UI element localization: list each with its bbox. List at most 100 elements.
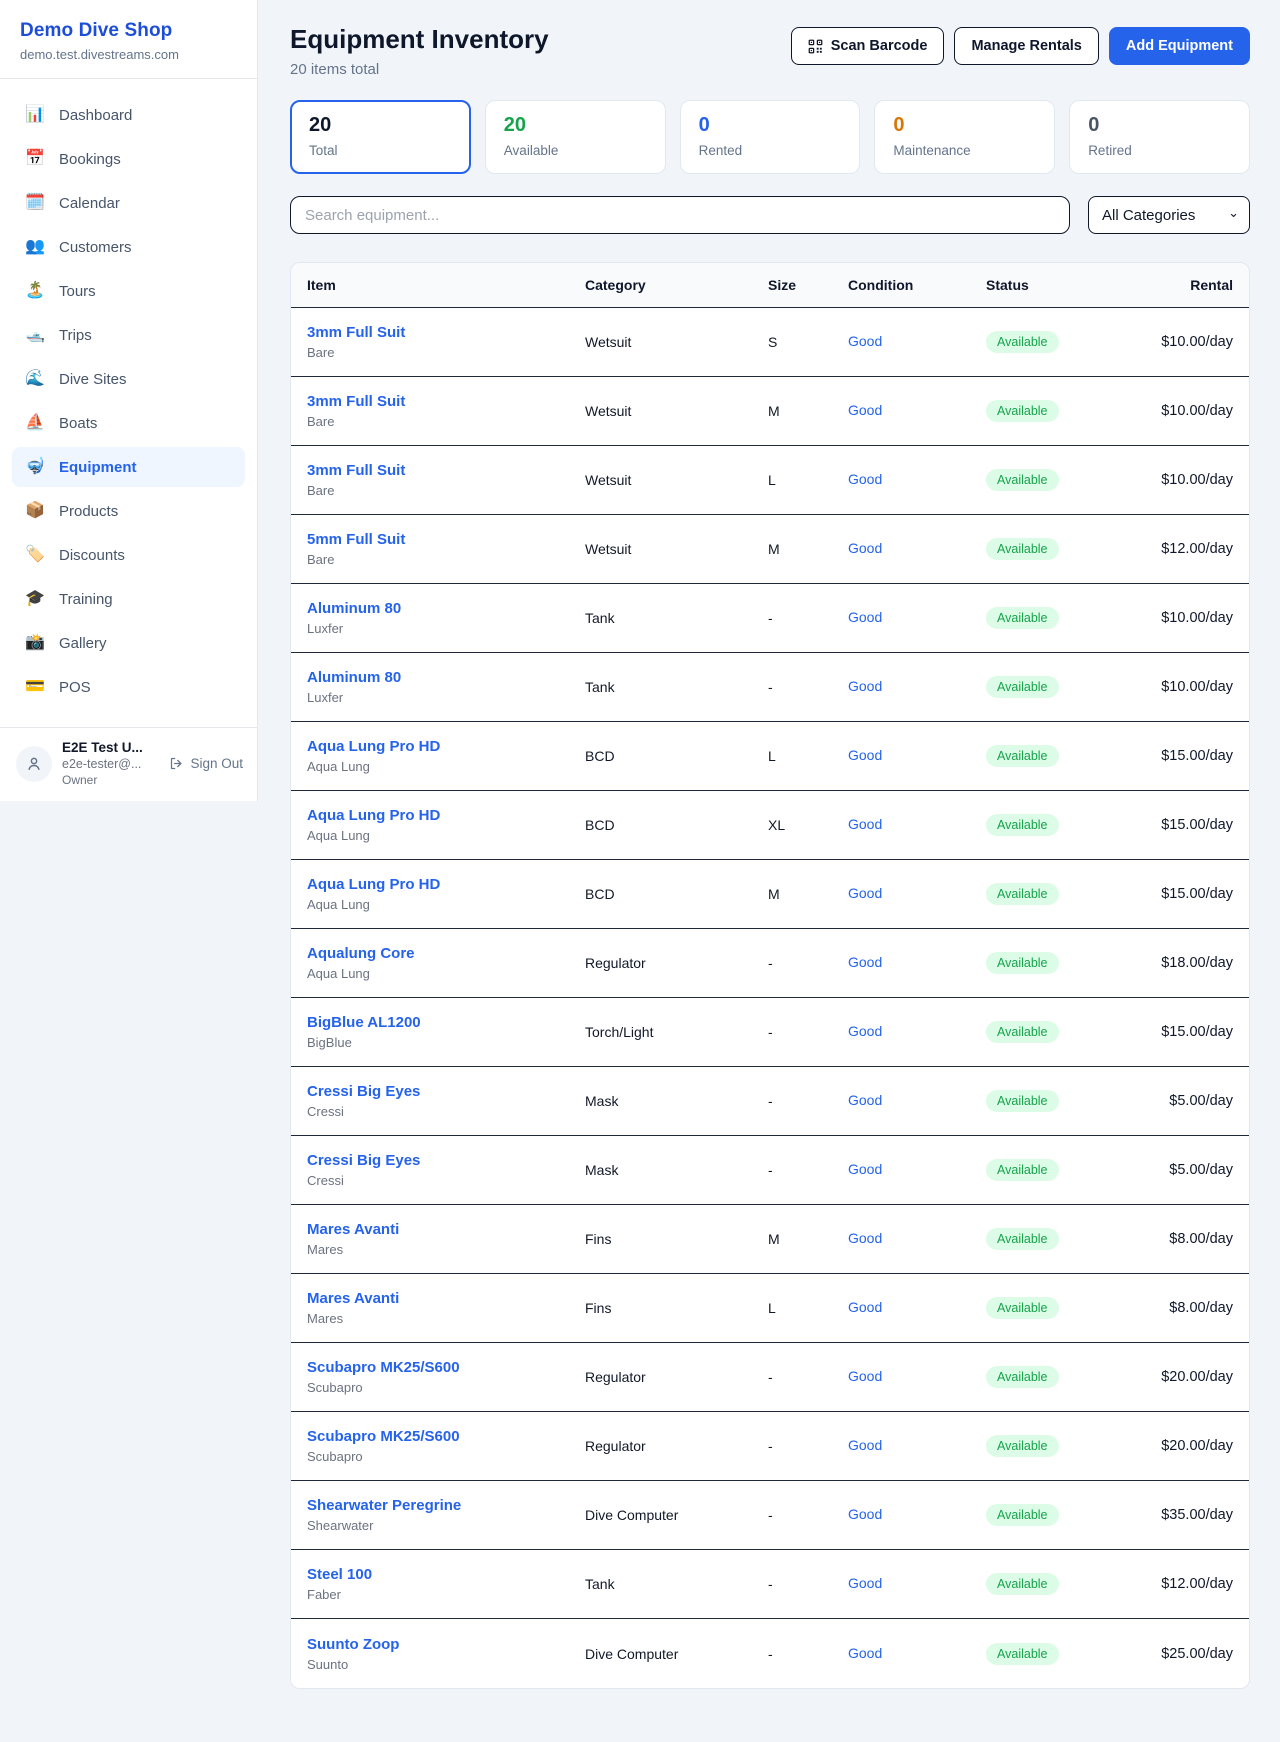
- rental-cell: $12.00/day: [1106, 541, 1233, 557]
- item-name-link[interactable]: Aqua Lung Pro HD: [307, 876, 585, 893]
- category-cell: Wetsuit: [585, 472, 768, 488]
- item-name-link[interactable]: Steel 100: [307, 1566, 585, 1583]
- sidebar-item-boats[interactable]: ⛵Boats: [12, 403, 245, 443]
- sidebar-item-trips[interactable]: 🛥️Trips: [12, 315, 245, 355]
- sidebar-item-label: Discounts: [59, 547, 125, 564]
- sidebar-item-gallery[interactable]: 📸Gallery: [12, 623, 245, 663]
- item-name-link[interactable]: Suunto Zoop: [307, 1636, 585, 1653]
- rental-cell: $10.00/day: [1106, 472, 1233, 488]
- table-row: Mares AvantiMaresFinsLGoodAvailable$8.00…: [291, 1274, 1249, 1343]
- item-name-link[interactable]: Aqua Lung Pro HD: [307, 738, 585, 755]
- status-cell: Available: [986, 814, 1106, 836]
- column-header-category: Category: [585, 277, 768, 293]
- item-cell: 5mm Full SuitBare: [307, 531, 585, 567]
- condition-link[interactable]: Good: [848, 1299, 882, 1315]
- condition-link[interactable]: Good: [848, 1645, 882, 1661]
- sidebar-item-dive-sites[interactable]: 🌊Dive Sites: [12, 359, 245, 399]
- sidebar-item-label: Boats: [59, 415, 97, 432]
- stat-card-retired[interactable]: 0Retired: [1069, 100, 1250, 174]
- item-name-link[interactable]: 3mm Full Suit: [307, 462, 585, 479]
- table-row: 5mm Full SuitBareWetsuitMGoodAvailable$1…: [291, 515, 1249, 584]
- condition-cell: Good: [848, 954, 986, 972]
- condition-link[interactable]: Good: [848, 1161, 882, 1177]
- stat-label-available: Available: [504, 143, 647, 158]
- item-name-link[interactable]: 3mm Full Suit: [307, 324, 585, 341]
- sign-out-button[interactable]: Sign Out: [169, 756, 243, 771]
- category-cell: BCD: [585, 748, 768, 764]
- stat-card-available[interactable]: 20Available: [485, 100, 666, 174]
- item-name-link[interactable]: Scubapro MK25/S600: [307, 1428, 585, 1445]
- sidebar-item-tours[interactable]: 🏝️Tours: [12, 271, 245, 311]
- condition-link[interactable]: Good: [848, 678, 882, 694]
- status-badge: Available: [986, 814, 1059, 836]
- item-name-link[interactable]: Cressi Big Eyes: [307, 1152, 585, 1169]
- category-cell: Tank: [585, 679, 768, 695]
- sidebar-item-training[interactable]: 🎓Training: [12, 579, 245, 619]
- table-row: Aqua Lung Pro HDAqua LungBCDMGoodAvailab…: [291, 860, 1249, 929]
- item-cell: Shearwater PeregrineShearwater: [307, 1497, 585, 1533]
- item-name-link[interactable]: Shearwater Peregrine: [307, 1497, 585, 1514]
- item-name-link[interactable]: Mares Avanti: [307, 1290, 585, 1307]
- condition-link[interactable]: Good: [848, 1368, 882, 1384]
- sidebar-item-customers[interactable]: 👥Customers: [12, 227, 245, 267]
- condition-link[interactable]: Good: [848, 747, 882, 763]
- item-cell: 3mm Full SuitBare: [307, 393, 585, 429]
- item-name-link[interactable]: Aluminum 80: [307, 669, 585, 686]
- condition-link[interactable]: Good: [848, 471, 882, 487]
- sidebar-item-dashboard[interactable]: 📊Dashboard: [12, 95, 245, 135]
- condition-link[interactable]: Good: [848, 333, 882, 349]
- manage-rentals-button[interactable]: Manage Rentals: [954, 27, 1098, 65]
- item-name-link[interactable]: Cressi Big Eyes: [307, 1083, 585, 1100]
- sidebar-item-pos[interactable]: 💳POS: [12, 667, 245, 707]
- sidebar-item-discounts[interactable]: 🏷️Discounts: [12, 535, 245, 575]
- item-name-link[interactable]: 5mm Full Suit: [307, 531, 585, 548]
- item-name-link[interactable]: BigBlue AL1200: [307, 1014, 585, 1031]
- page-title: Equipment Inventory: [290, 24, 549, 55]
- sidebar-item-equipment[interactable]: 🤿Equipment: [12, 447, 245, 487]
- search-input[interactable]: [290, 196, 1070, 234]
- sidebar-item-bookings[interactable]: 📅Bookings: [12, 139, 245, 179]
- condition-link[interactable]: Good: [848, 1092, 882, 1108]
- rental-cell: $18.00/day: [1106, 955, 1233, 971]
- category-cell: BCD: [585, 817, 768, 833]
- condition-link[interactable]: Good: [848, 1575, 882, 1591]
- item-brand: Cressi: [307, 1173, 585, 1188]
- item-cell: Aqualung CoreAqua Lung: [307, 945, 585, 981]
- status-badge: Available: [986, 1090, 1059, 1112]
- sidebar-item-calendar[interactable]: 🗓️Calendar: [12, 183, 245, 223]
- category-cell: Wetsuit: [585, 403, 768, 419]
- stat-card-maintenance[interactable]: 0Maintenance: [874, 100, 1055, 174]
- stat-card-total[interactable]: 20Total: [290, 100, 471, 174]
- bar-chart-icon: 📊: [24, 107, 46, 123]
- condition-link[interactable]: Good: [848, 816, 882, 832]
- condition-link[interactable]: Good: [848, 954, 882, 970]
- user-meta: E2E Test U... e2e-tester@... Owner: [62, 740, 159, 787]
- items-total-text: 20 items total: [290, 61, 549, 78]
- add-equipment-button[interactable]: Add Equipment: [1109, 27, 1250, 65]
- sidebar-item-products[interactable]: 📦Products: [12, 491, 245, 531]
- condition-link[interactable]: Good: [848, 540, 882, 556]
- item-name-link[interactable]: Aqua Lung Pro HD: [307, 807, 585, 824]
- item-name-link[interactable]: Scubapro MK25/S600: [307, 1359, 585, 1376]
- item-name-link[interactable]: 3mm Full Suit: [307, 393, 585, 410]
- condition-link[interactable]: Good: [848, 1023, 882, 1039]
- item-brand: Luxfer: [307, 621, 585, 636]
- condition-link[interactable]: Good: [848, 1506, 882, 1522]
- status-cell: Available: [986, 1366, 1106, 1388]
- table-row: Scubapro MK25/S600ScubaproRegulator-Good…: [291, 1343, 1249, 1412]
- main-content: Equipment Inventory 20 items total Scan …: [258, 0, 1280, 1689]
- item-name-link[interactable]: Aluminum 80: [307, 600, 585, 617]
- scan-barcode-button[interactable]: Scan Barcode: [791, 27, 945, 65]
- category-select[interactable]: All Categories: [1088, 196, 1250, 234]
- item-name-link[interactable]: Mares Avanti: [307, 1221, 585, 1238]
- sidebar-item-label: Gallery: [59, 635, 107, 652]
- condition-link[interactable]: Good: [848, 609, 882, 625]
- stat-card-rented[interactable]: 0Rented: [680, 100, 861, 174]
- status-badge: Available: [986, 538, 1059, 560]
- condition-link[interactable]: Good: [848, 885, 882, 901]
- condition-link[interactable]: Good: [848, 1230, 882, 1246]
- condition-link[interactable]: Good: [848, 402, 882, 418]
- item-name-link[interactable]: Aqualung Core: [307, 945, 585, 962]
- condition-link[interactable]: Good: [848, 1437, 882, 1453]
- category-cell: Mask: [585, 1162, 768, 1178]
